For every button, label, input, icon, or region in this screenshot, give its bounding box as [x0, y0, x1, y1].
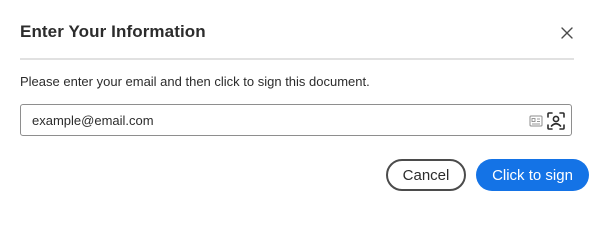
id-card-icon — [529, 115, 543, 127]
contact-scan-icon[interactable] — [546, 111, 566, 131]
cancel-button[interactable]: Cancel — [386, 159, 466, 191]
enter-information-dialog: Enter Your Information Please enter your… — [0, 0, 592, 210]
click-to-sign-button[interactable]: Click to sign — [476, 159, 589, 191]
email-input[interactable] — [32, 105, 512, 135]
close-icon — [561, 27, 573, 39]
email-field[interactable] — [20, 104, 572, 136]
close-button[interactable] — [556, 22, 578, 44]
dialog-title: Enter Your Information — [20, 22, 206, 41]
instruction-text: Please enter your email and then click t… — [20, 74, 370, 89]
header-divider — [20, 58, 574, 60]
